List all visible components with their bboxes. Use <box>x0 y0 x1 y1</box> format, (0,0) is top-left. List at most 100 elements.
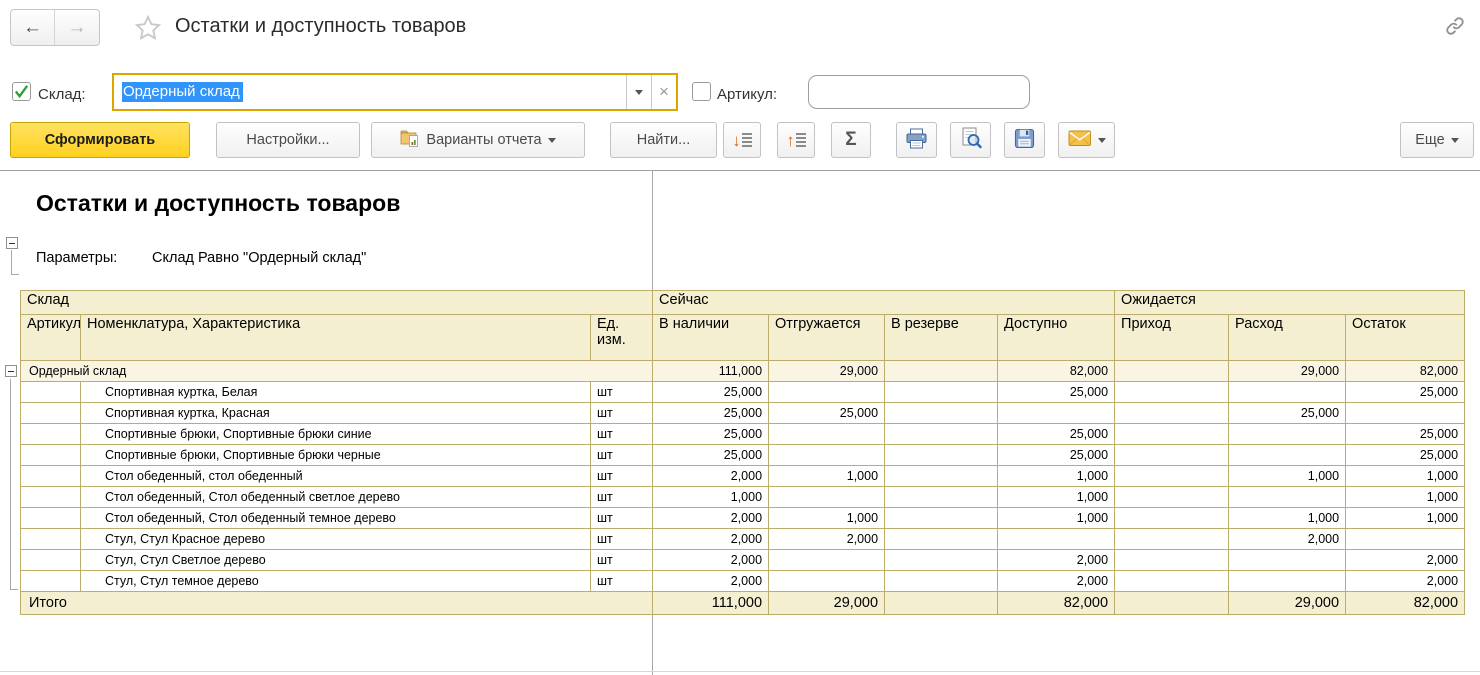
cell-incoming <box>1115 382 1229 403</box>
page-title: Остатки и доступность товаров <box>175 15 466 38</box>
more-label: Еще <box>1415 132 1445 148</box>
collapse-group-button[interactable] <box>5 365 17 377</box>
cell-incoming <box>1115 571 1229 592</box>
cell-nomenclature: Стол обеденный, Стол обеденный темное де… <box>81 508 591 529</box>
cell-balance <box>1346 529 1465 550</box>
cell-reserve <box>885 466 998 487</box>
col-onhand: В наличии <box>653 315 769 361</box>
sort-descending-icon: ↓ <box>732 132 752 149</box>
cell-available: 1,000 <box>998 508 1115 529</box>
settings-button[interactable]: Настройки... <box>216 122 360 158</box>
cell-shipping <box>769 382 885 403</box>
save-button[interactable] <box>1004 122 1045 158</box>
more-button[interactable]: Еще <box>1400 122 1474 158</box>
cell-incoming <box>1115 466 1229 487</box>
find-button[interactable]: Найти... <box>610 122 717 158</box>
cell-available <box>998 529 1115 550</box>
cell-incoming <box>1115 403 1229 424</box>
table-row: Спортивные брюки, Спортивные брюки синие… <box>21 424 1465 445</box>
artikul-checkbox[interactable] <box>692 82 711 101</box>
cell-onhand: 2,000 <box>653 571 769 592</box>
sum-button[interactable]: Σ <box>831 122 871 158</box>
cell-available: 25,000 <box>998 424 1115 445</box>
report-table: Склад Сейчас Ожидается Артикул Номенклат… <box>20 290 1465 615</box>
tree-line <box>11 274 19 275</box>
generate-button[interactable]: Сформировать <box>10 122 190 158</box>
total-available: 82,000 <box>998 592 1115 615</box>
cell-outgoing: 2,000 <box>1229 529 1346 550</box>
forward-button[interactable]: → <box>55 10 99 45</box>
cell-onhand: 25,000 <box>653 424 769 445</box>
cell-incoming <box>1115 550 1229 571</box>
report-bottom-divider <box>0 671 1480 672</box>
favorite-star-icon[interactable] <box>134 14 162 47</box>
sklad-clear-button[interactable]: × <box>651 75 676 109</box>
checkmark-icon <box>13 83 30 100</box>
report-variant-icon <box>400 129 420 152</box>
sklad-checkbox[interactable] <box>12 82 31 101</box>
group-incoming <box>1115 361 1229 382</box>
col-outgoing: Расход <box>1229 315 1346 361</box>
sort-descending-button[interactable]: ↓ <box>723 122 761 158</box>
total-label: Итого <box>21 592 653 615</box>
cell-reserve <box>885 550 998 571</box>
preview-button[interactable] <box>950 122 991 158</box>
cell-unit: шт <box>591 487 653 508</box>
back-icon: ← <box>23 17 42 39</box>
sklad-input[interactable]: Ордерный склад × <box>112 73 678 111</box>
total-reserve <box>885 592 998 615</box>
group-name[interactable]: Ордерный склад <box>21 361 653 382</box>
report-top-divider <box>0 170 1480 171</box>
mail-button[interactable] <box>1058 122 1115 158</box>
preview-icon <box>960 127 982 153</box>
floppy-disk-icon <box>1014 128 1035 153</box>
cell-reserve <box>885 487 998 508</box>
print-button[interactable] <box>896 122 937 158</box>
total-incoming <box>1115 592 1229 615</box>
cell-balance: 25,000 <box>1346 445 1465 466</box>
back-button[interactable]: ← <box>11 10 55 45</box>
band-now: Сейчас <box>653 291 1115 315</box>
nav-history-group: ← → <box>10 9 100 46</box>
cell-reserve <box>885 445 998 466</box>
cell-reserve <box>885 571 998 592</box>
cell-unit: шт <box>591 466 653 487</box>
table-row: Стул, Стул Красное дерево шт 2,000 2,000… <box>21 529 1465 550</box>
col-reserve: В резерве <box>885 315 998 361</box>
cell-outgoing <box>1229 550 1346 571</box>
cell-balance: 1,000 <box>1346 508 1465 529</box>
table-row: Спортивная куртка, Красная шт 25,000 25,… <box>21 403 1465 424</box>
group-shipping: 29,000 <box>769 361 885 382</box>
cell-nomenclature: Стул, Стул темное дерево <box>81 571 591 592</box>
cell-nomenclature: Спортивная куртка, Белая <box>81 382 591 403</box>
parameters-label: Параметры: <box>36 250 117 266</box>
cell-nomenclature: Стул, Стул Красное дерево <box>81 529 591 550</box>
collapse-parameters-button[interactable] <box>6 237 18 249</box>
table-row: Стол обеденный, стол обеденный шт 2,000 … <box>21 466 1465 487</box>
cell-artikul <box>21 424 81 445</box>
cell-unit: шт <box>591 403 653 424</box>
cell-nomenclature: Спортивные брюки, Спортивные брюки синие <box>81 424 591 445</box>
sklad-dropdown-button[interactable] <box>626 75 651 109</box>
cell-artikul <box>21 403 81 424</box>
cell-balance: 2,000 <box>1346 571 1465 592</box>
table-row: Стол обеденный, Стол обеденный светлое д… <box>21 487 1465 508</box>
tree-line <box>11 250 12 274</box>
report-variants-button[interactable]: Варианты отчета <box>371 122 585 158</box>
cell-unit: шт <box>591 529 653 550</box>
group-available: 82,000 <box>998 361 1115 382</box>
cell-shipping: 1,000 <box>769 466 885 487</box>
cell-outgoing <box>1229 424 1346 445</box>
total-onhand: 111,000 <box>653 592 769 615</box>
cell-balance: 25,000 <box>1346 382 1465 403</box>
cell-outgoing <box>1229 571 1346 592</box>
chevron-down-icon <box>635 90 643 95</box>
sort-ascending-button[interactable]: ↑ <box>777 122 815 158</box>
cell-onhand: 25,000 <box>653 382 769 403</box>
artikul-input[interactable] <box>808 75 1030 109</box>
table-row: Стул, Стул Светлое дерево шт 2,000 2,000… <box>21 550 1465 571</box>
chevron-down-icon <box>548 138 556 143</box>
link-icon[interactable] <box>1444 15 1466 42</box>
report-title: Остатки и доступность товаров <box>36 190 400 217</box>
cell-available <box>998 403 1115 424</box>
